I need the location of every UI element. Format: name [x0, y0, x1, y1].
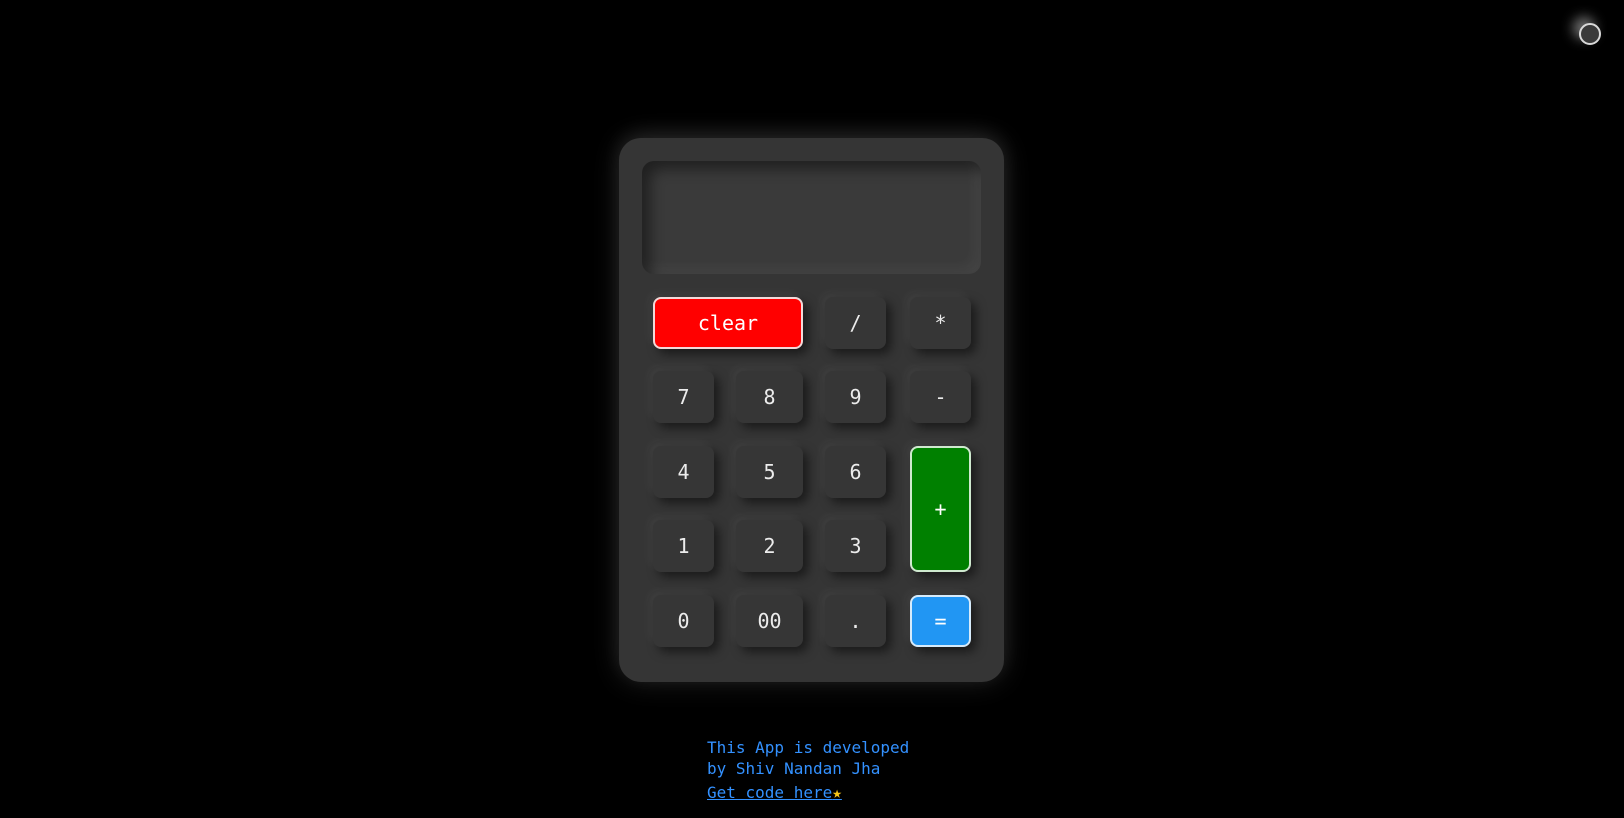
multiply-button[interactable]: *: [910, 297, 971, 349]
one-button[interactable]: 1: [653, 520, 714, 572]
zero-button[interactable]: 0: [653, 595, 714, 647]
calculator: clear / * 7 8 9 - 4 5 6 + 1 2 3 0 00 . =: [619, 138, 1004, 682]
decimal-point-button[interactable]: .: [825, 595, 886, 647]
page: clear / * 7 8 9 - 4 5 6 + 1 2 3 0 00 . =…: [0, 0, 1624, 818]
six-button[interactable]: 6: [825, 446, 886, 498]
credit-line-1: This App is developed: [707, 738, 910, 757]
eight-button[interactable]: 8: [736, 371, 803, 423]
seven-button[interactable]: 7: [653, 371, 714, 423]
double-zero-button[interactable]: 00: [736, 595, 803, 647]
credit: This App is developed by Shiv Nandan Jha…: [707, 737, 909, 803]
get-code-link-label: Get code here: [707, 783, 833, 802]
minus-button[interactable]: -: [910, 371, 971, 423]
get-code-link[interactable]: Get code here★: [707, 782, 842, 803]
four-button[interactable]: 4: [653, 446, 714, 498]
star-icon: ★: [832, 783, 842, 802]
theme-toggle-icon[interactable]: [1579, 23, 1601, 45]
equals-button[interactable]: =: [910, 595, 971, 647]
credit-line-2: by Shiv Nandan Jha: [707, 759, 881, 778]
divide-button[interactable]: /: [825, 297, 886, 349]
calculator-display: [642, 161, 981, 274]
clear-button[interactable]: clear: [653, 297, 803, 349]
three-button[interactable]: 3: [825, 520, 886, 572]
nine-button[interactable]: 9: [825, 371, 886, 423]
plus-button[interactable]: +: [910, 446, 971, 572]
five-button[interactable]: 5: [736, 446, 803, 498]
two-button[interactable]: 2: [736, 520, 803, 572]
